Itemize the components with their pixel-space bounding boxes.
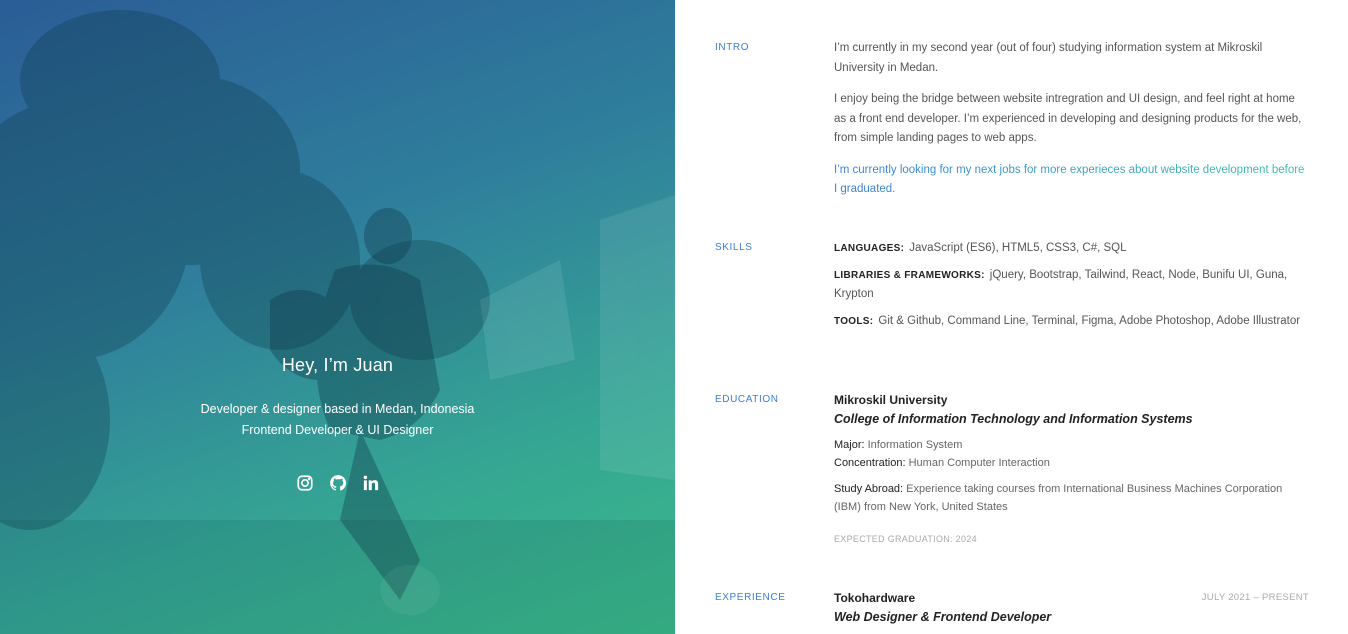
education-concentration-value: Human Computer Interaction (908, 457, 1050, 469)
github-link[interactable] (328, 473, 348, 493)
education-major-value: Information System (867, 439, 963, 451)
skill-value: JavaScript (ES6), HTML5, CSS3, C#, SQL (909, 242, 1127, 254)
education-major-key: Major: (834, 439, 865, 451)
intro-paragraph: I’m currently in my second year (out of … (834, 42, 1263, 74)
experience-dates: JULY 2021 – PRESENT (1201, 592, 1309, 603)
education-abroad-key: Study Abroad: (834, 483, 904, 495)
intro-paragraph: I enjoy being the bridge between website… (834, 93, 1302, 144)
skills-label: SKILLS (715, 242, 753, 253)
skill-row-languages: LANGUAGES: JavaScript (ES6), HTML5, CSS3,… (834, 239, 1309, 259)
linkedin-icon (363, 475, 378, 491)
hero-panel: Hey, I’m Juan Developer & designer based… (0, 0, 675, 634)
github-icon (329, 475, 346, 491)
education-label: EDUCATION (715, 394, 779, 405)
skills-body: LANGUAGES: JavaScript (ES6), HTML5, CSS3,… (834, 239, 1309, 338)
skill-row-frameworks: LIBRARIES & FRAMEWORKS: jQuery, Bootstrap… (834, 266, 1309, 305)
experience-label: EXPERIENCE (715, 592, 786, 603)
hero-content: Hey, I’m Juan Developer & designer based… (0, 0, 675, 634)
intro-label: INTRO (715, 42, 750, 53)
education-study-abroad: Study Abroad: Experience taking courses … (834, 480, 1309, 516)
hero-subtitle-role: Frontend Developer & UI Designer (241, 423, 434, 437)
education-major: Major: Information System (834, 436, 1309, 454)
linkedin-link[interactable] (361, 473, 381, 493)
education-concentration: Concentration: Human Computer Interactio… (834, 454, 1309, 472)
hero-subtitle-location: Developer & designer based in Medan, Ind… (200, 402, 475, 416)
skill-key: LIBRARIES & FRAMEWORKS: (834, 269, 985, 281)
instagram-link[interactable] (295, 473, 315, 493)
education-graduation: EXPECTED GRADUATION: 2024 (834, 534, 977, 544)
education-body: Mikroskil University College of Informat… (834, 391, 1309, 550)
skill-row-tools: TOOLS: Git & Github, Command Line, Termin… (834, 312, 1309, 332)
social-links (0, 473, 675, 493)
skill-key: LANGUAGES: (834, 243, 905, 254)
skill-key: TOOLS: (834, 315, 874, 327)
skill-value: Git & Github, Command Line, Terminal, Fi… (878, 314, 1301, 327)
instagram-icon (296, 475, 313, 491)
education-school: Mikroskil University (834, 393, 948, 407)
intro-body: I’m currently in my second year (out of … (834, 39, 1309, 212)
experience-role: Web Designer & Frontend Developer (834, 610, 1052, 624)
intro-looking-for-jobs: I’m currently looking for my next jobs f… (834, 161, 1309, 200)
hero-name: Hey, I’m Juan (281, 355, 394, 375)
education-college: College of Information Technology and In… (834, 412, 1193, 426)
education-concentration-key: Concentration: (834, 457, 906, 469)
resume-column: INTRO I’m currently in my second year (o… (675, 0, 1348, 634)
